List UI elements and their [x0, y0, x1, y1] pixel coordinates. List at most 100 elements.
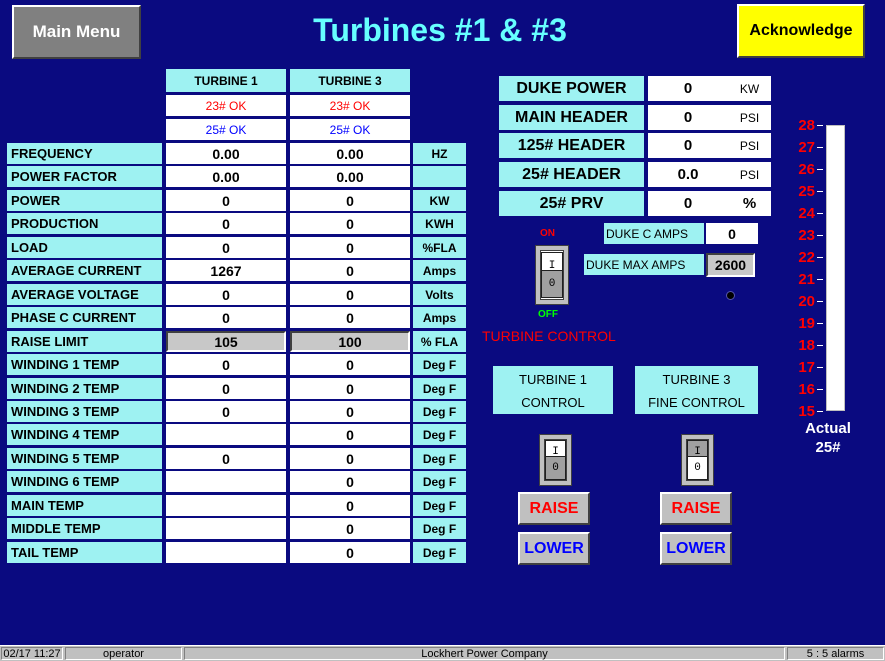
- gauge-tick-mark: [817, 279, 823, 280]
- gauge-tick-label: 18: [798, 337, 815, 354]
- unit-label: % FLA: [413, 331, 466, 352]
- power-unit: KW: [728, 76, 771, 101]
- gauge-tick-mark: [817, 257, 823, 258]
- turbine1-value: 0: [166, 378, 286, 399]
- duke-max-amps-label: DUKE MAX AMPS: [584, 254, 704, 275]
- status-alarms[interactable]: 5 : 5 alarms: [787, 647, 884, 660]
- turbine3-value: 0: [290, 260, 410, 281]
- gauge-tick-mark: [817, 411, 823, 412]
- power-unit: %: [728, 191, 771, 216]
- unit-label: KWH: [413, 213, 466, 234]
- power-unit: PSI: [728, 105, 771, 130]
- power-label: DUKE POWER: [499, 76, 644, 101]
- turbine1-value: 0: [166, 237, 286, 258]
- lower-label: LOWER: [524, 539, 584, 557]
- unit-label: Volts: [413, 284, 466, 305]
- gauge-tick-mark: [817, 169, 823, 170]
- row-label: RAISE LIMIT: [7, 331, 162, 352]
- status-25-turbine3: 25# OK: [290, 119, 410, 140]
- gauge-tick-label: 22: [798, 249, 815, 266]
- unit-label: Deg F: [413, 448, 466, 469]
- gauge-tick-label: 20: [798, 293, 815, 310]
- unit-label: Deg F: [413, 424, 466, 445]
- turbine1-value: 0: [166, 354, 286, 375]
- gauge-tick-label: 24: [798, 205, 815, 222]
- unit-label: Deg F: [413, 518, 466, 539]
- turbine1-value: [166, 471, 286, 492]
- turbine3-value: 0.00: [290, 166, 410, 187]
- unit-label: HZ: [413, 143, 466, 164]
- turbine1-value: 0: [166, 307, 286, 328]
- turbine3-value: 0: [290, 495, 410, 516]
- turbine1-value: [166, 518, 286, 539]
- gauge-tick-label: 23: [798, 227, 815, 244]
- on-label: ON: [540, 228, 555, 239]
- row-label: PHASE C CURRENT: [7, 307, 162, 328]
- gauge-tick-mark: [817, 367, 823, 368]
- power-label: MAIN HEADER: [499, 105, 644, 130]
- status-23-turbine1: 23# OK: [166, 95, 286, 116]
- row-label: MIDDLE TEMP: [7, 518, 162, 539]
- turbine3-fine-control-panel: TURBINE 3 FINE CONTROL: [635, 366, 758, 414]
- turbine1-value[interactable]: 105: [166, 331, 286, 352]
- unit-label: Amps: [413, 260, 466, 281]
- turbine3-value: 0: [290, 237, 410, 258]
- row-label: LOAD: [7, 237, 162, 258]
- turbine3-switch[interactable]: I 0: [681, 434, 714, 486]
- turbine3-value: 0: [290, 424, 410, 445]
- turbine3-value: 0: [290, 354, 410, 375]
- turbine1-raise-button[interactable]: RAISE: [518, 492, 590, 525]
- turbine1-value: 0: [166, 284, 286, 305]
- turbine3-panel-line1: TURBINE 3: [662, 372, 731, 387]
- power-unit: PSI: [728, 133, 771, 158]
- gauge-tick-label: 27: [798, 139, 815, 156]
- row-label: WINDING 5 TEMP: [7, 448, 162, 469]
- row-label: WINDING 4 TEMP: [7, 424, 162, 445]
- turbine1-value: 0: [166, 190, 286, 211]
- turbine1-value: 0: [166, 448, 286, 469]
- turbine3-value[interactable]: 100: [290, 331, 410, 352]
- row-label: TAIL TEMP: [7, 542, 162, 563]
- turbine1-switch[interactable]: I 0: [539, 434, 572, 486]
- gauge-tick-mark: [817, 389, 823, 390]
- raise-label: RAISE: [671, 499, 721, 517]
- power-value: 0: [648, 105, 728, 130]
- turbine3-value: 0: [290, 284, 410, 305]
- gauge-tick-label: 15: [798, 403, 815, 420]
- acknowledge-button[interactable]: Acknowledge: [737, 4, 865, 58]
- turbine-control-switch[interactable]: I 0: [535, 245, 569, 305]
- unit-label: Deg F: [413, 401, 466, 422]
- power-value: 0: [648, 133, 728, 158]
- turbine1-value: [166, 424, 286, 445]
- page-title: Turbines #1 & #3: [313, 12, 567, 48]
- turbine3-lower-button[interactable]: LOWER: [660, 532, 732, 565]
- gauge-tick-label: 17: [798, 359, 815, 376]
- row-label: AVERAGE VOLTAGE: [7, 284, 162, 305]
- duke-c-amps-value: 0: [706, 223, 758, 244]
- switch-off-position: 0: [541, 270, 563, 298]
- gauge-tick-mark: [817, 191, 823, 192]
- row-label: POWER FACTOR: [7, 166, 162, 187]
- gauge-tick-mark: [817, 301, 823, 302]
- gauge-tick-label: 28: [798, 117, 815, 134]
- power-label: 25# HEADER: [499, 162, 644, 187]
- status-25-turbine1: 25# OK: [166, 119, 286, 140]
- turbine3-value: 0: [290, 448, 410, 469]
- pressure-gauge-fill: [827, 126, 844, 410]
- turbine3-value: 0: [290, 307, 410, 328]
- turbine1-value: 1267: [166, 260, 286, 281]
- turbine3-value: 0: [290, 542, 410, 563]
- gauge-tick-mark: [817, 345, 823, 346]
- duke-c-amps-label: DUKE C AMPS: [604, 223, 704, 244]
- main-menu-button[interactable]: Main Menu: [12, 5, 141, 59]
- row-label: MAIN TEMP: [7, 495, 162, 516]
- status-bar: 02/17 11:27 operator Lockhert Power Comp…: [0, 645, 885, 661]
- row-label: POWER: [7, 190, 162, 211]
- duke-max-amps-value[interactable]: 2600: [706, 253, 755, 277]
- unit-label: Deg F: [413, 354, 466, 375]
- status-user: operator: [65, 647, 182, 660]
- turbine3-raise-button[interactable]: RAISE: [660, 492, 732, 525]
- status-datetime: 02/17 11:27: [1, 647, 63, 660]
- turbine1-lower-button[interactable]: LOWER: [518, 532, 590, 565]
- unit-label: %FLA: [413, 237, 466, 258]
